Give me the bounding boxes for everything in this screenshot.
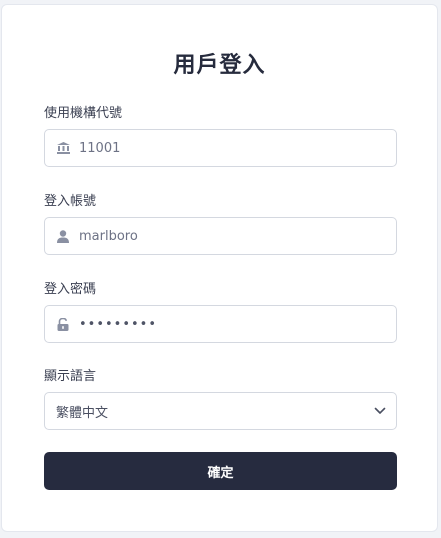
language-select[interactable]: 繁體中文 — [44, 392, 397, 430]
password-input[interactable] — [79, 316, 396, 332]
page-title: 用戶登入 — [173, 53, 266, 78]
org-code-field[interactable] — [44, 129, 397, 167]
account-label: 登入帳號 — [44, 194, 97, 209]
bank-icon — [56, 141, 70, 155]
login-card: 用戶登入 使用機構代號 登入帳號 登入密碼 — [1, 4, 438, 532]
password-label: 登入密碼 — [44, 282, 97, 297]
submit-button[interactable]: 確定 — [44, 452, 397, 490]
language-label: 顯示語言 — [44, 369, 97, 384]
org-code-input[interactable] — [79, 140, 396, 156]
chevron-down-icon — [374, 407, 386, 415]
lock-icon — [56, 317, 70, 331]
org-code-label: 使用機構代號 — [44, 106, 123, 121]
account-field[interactable] — [44, 217, 397, 255]
language-selected-value: 繁體中文 — [56, 405, 109, 421]
password-field[interactable] — [44, 305, 397, 343]
user-icon — [56, 229, 70, 243]
account-input[interactable] — [79, 228, 396, 244]
